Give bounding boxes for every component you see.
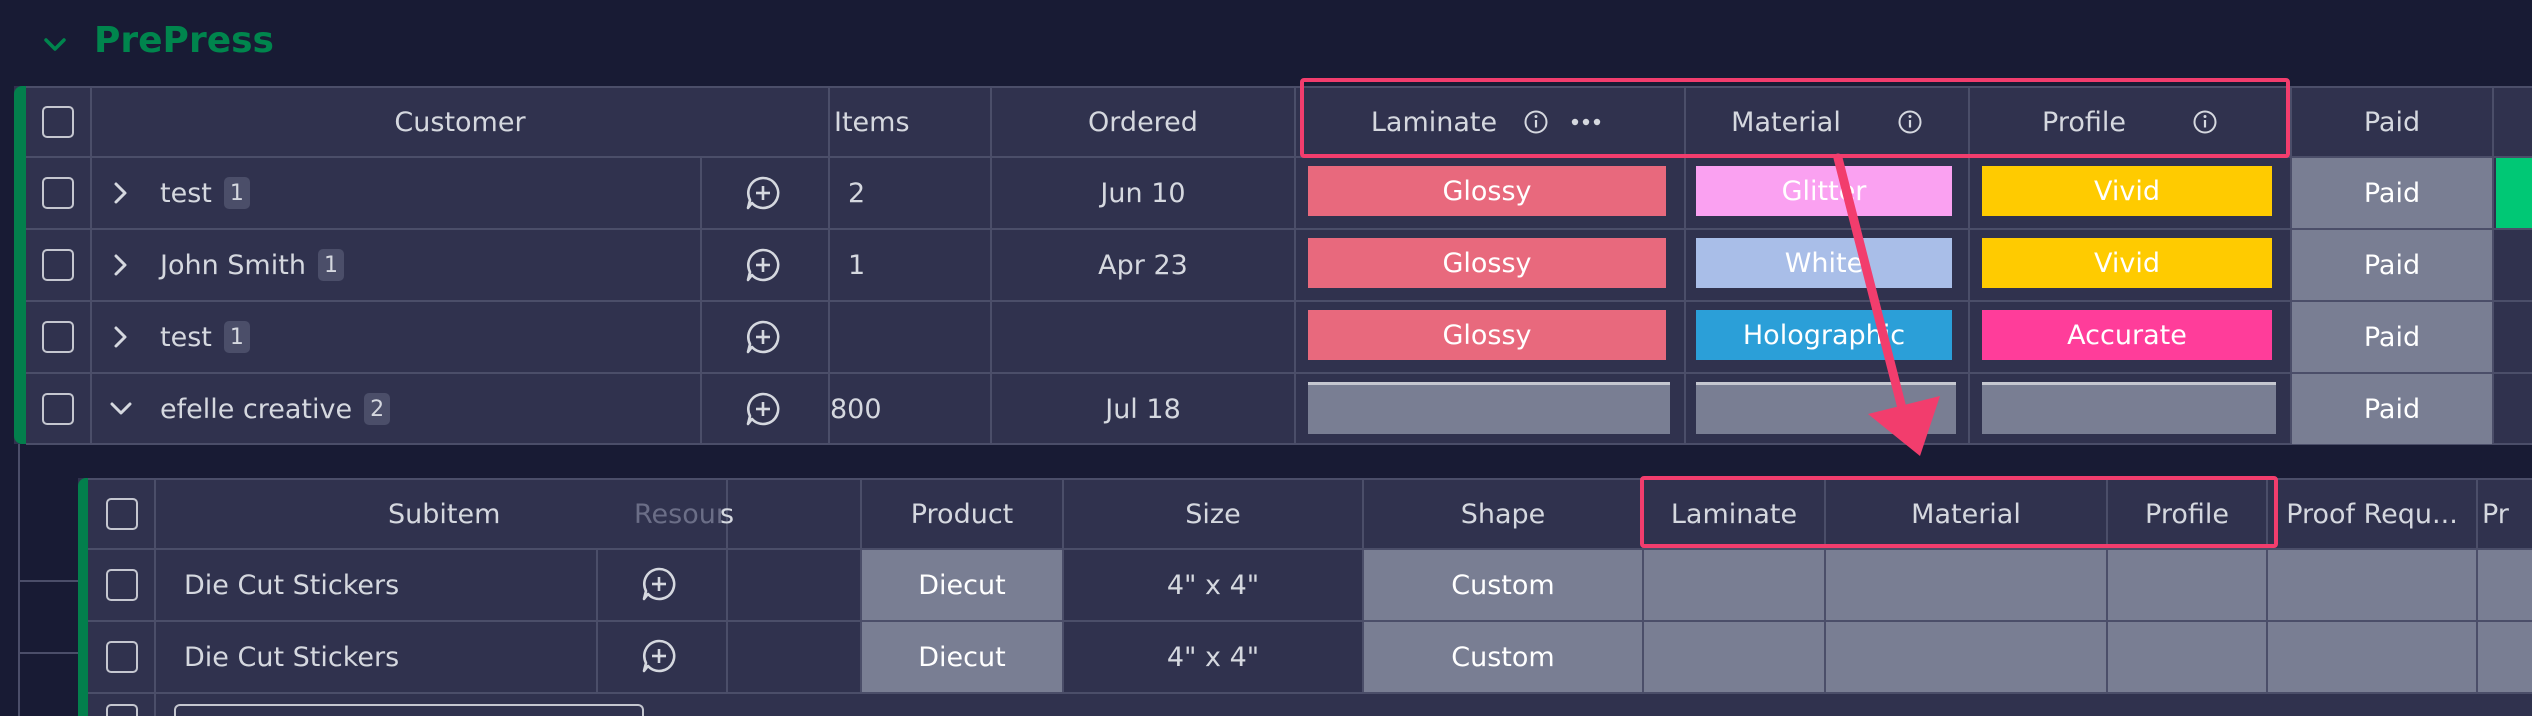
annotation-arrow — [1833, 153, 1940, 456]
